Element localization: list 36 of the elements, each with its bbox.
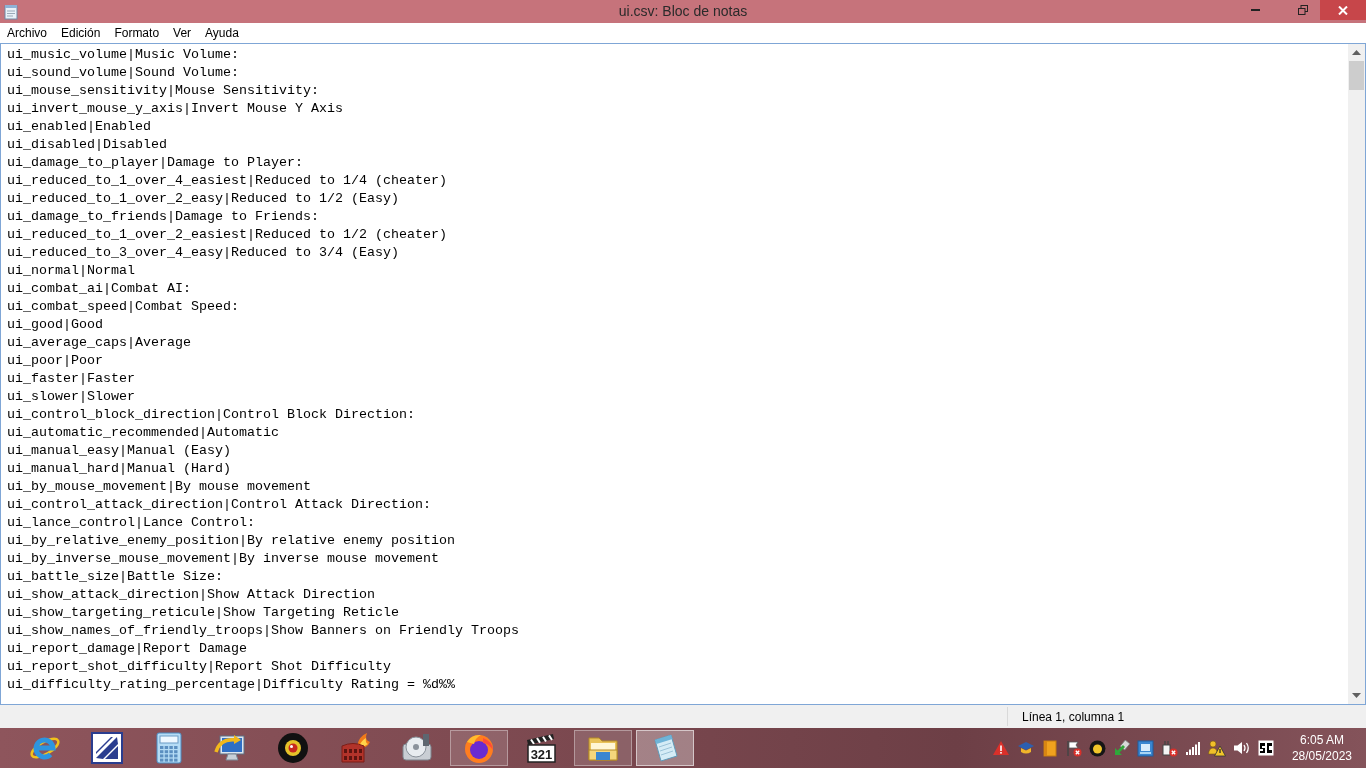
square-logo-icon [91, 732, 123, 764]
menu-item[interactable]: Edición [54, 23, 108, 43]
calculator-icon [156, 732, 182, 764]
clock-time: 6:05 AM [1299, 732, 1344, 748]
people-icon[interactable] [1207, 739, 1226, 757]
keyboard-layout-icon[interactable] [1257, 740, 1274, 756]
graduation-cap-icon[interactable] [1016, 740, 1035, 756]
disc-drive-icon [401, 732, 433, 764]
signal-icon[interactable] [1184, 741, 1201, 755]
notepad-icon [3, 3, 19, 20]
close-icon [1338, 5, 1348, 15]
monitor-icon [214, 732, 248, 764]
menu-item[interactable]: Archivo [0, 23, 54, 43]
flaming-building-icon [339, 732, 371, 764]
minimize-icon [1250, 9, 1260, 11]
fox-globe-icon [463, 732, 495, 764]
flag-icon[interactable] [1064, 739, 1082, 757]
menu-item[interactable]: Ver [166, 23, 199, 43]
window-icon[interactable] [1136, 739, 1154, 757]
close-button[interactable] [1320, 0, 1366, 20]
taskbar-app-button[interactable] [574, 730, 632, 766]
window-title: ui.csv: Bloc de notas [618, 2, 748, 21]
restore-icon [1298, 5, 1308, 15]
menu-item[interactable]: Ayuda [198, 23, 246, 43]
clock-date: 28/05/2023 [1291, 748, 1352, 764]
cursor-position-text: Línea 1, columna 1 [1022, 709, 1125, 724]
webcam-icon [277, 732, 309, 764]
menu-item[interactable]: Formato [107, 23, 167, 43]
clock[interactable]: 6:05 AM 28/05/2023 [1281, 732, 1366, 764]
speaker-icon[interactable] [1232, 740, 1251, 756]
book-icon[interactable] [1041, 739, 1058, 757]
orb-icon[interactable] [1088, 739, 1106, 757]
plug-icon[interactable] [1160, 739, 1178, 757]
arrow-icon[interactable] [1112, 739, 1130, 757]
taskbar-app-button[interactable]: 321 [512, 730, 570, 766]
warning-icon[interactable] [991, 740, 1010, 756]
